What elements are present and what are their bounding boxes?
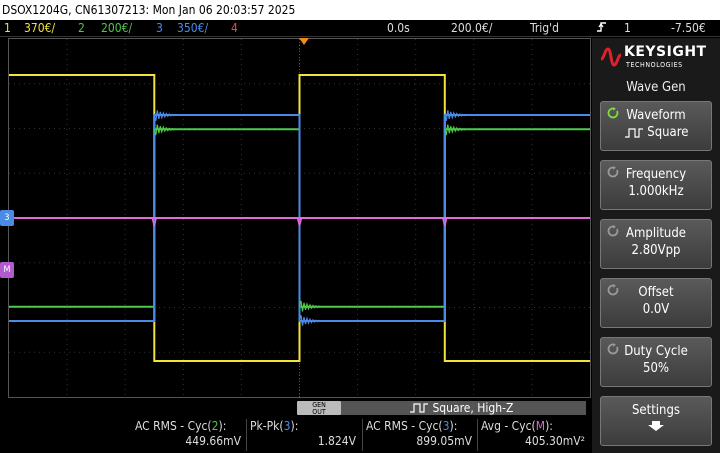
entry-knob-icon xyxy=(607,166,619,178)
gen-out-badge[interactable]: GEN OUT xyxy=(297,401,341,416)
softkey-duty-cycle[interactable]: Duty Cycle 50% xyxy=(600,337,712,387)
softkey-value: Square xyxy=(601,125,711,140)
time-scale[interactable]: 200.0€/ xyxy=(451,20,492,37)
channel-ref: 3 xyxy=(283,419,291,433)
measurement-ac-rms-ch3[interactable]: AC RMS - Cyc(3): 899.05mV xyxy=(364,419,476,451)
time-delay[interactable]: 0.0s xyxy=(387,20,410,37)
measurement-ac-rms-ch2[interactable]: AC RMS - Cyc(2): 449.66mV xyxy=(133,419,245,451)
trigger-channel: 1 xyxy=(624,21,631,35)
ch3-scale[interactable]: 350€/ xyxy=(177,20,208,37)
softkey-settings[interactable]: Settings xyxy=(600,396,712,446)
window-title: DSOX1204G, CN61307213: Mon Jan 06 20:03:… xyxy=(0,0,720,20)
brand-subtitle: TECHNOLOGIES xyxy=(626,61,683,69)
channel-ref: 2 xyxy=(211,419,219,433)
entry-knob-icon xyxy=(607,225,619,237)
brand-name: KEYSIGHT xyxy=(624,44,707,60)
waveform-canvas xyxy=(9,39,590,397)
trigger-position-icon[interactable] xyxy=(299,38,309,45)
ch2-scale[interactable]: 200€/ xyxy=(101,20,132,37)
wavegen-status: Square, High-Z xyxy=(341,401,586,415)
entry-knob-icon xyxy=(607,284,619,296)
waveform-display[interactable] xyxy=(8,38,591,398)
menu-title: Wave Gen xyxy=(626,80,686,95)
softkey-amplitude[interactable]: Amplitude 2.80Vpp xyxy=(600,219,712,269)
ch1-scale[interactable]: 370€/ xyxy=(24,20,55,37)
square-wave-icon xyxy=(410,403,428,413)
softkey-waveform[interactable]: Waveform Square xyxy=(600,101,712,151)
softkey-value: 50% xyxy=(643,361,669,376)
channel-ref: 3 xyxy=(442,419,450,433)
square-wave-icon xyxy=(624,127,643,138)
measurement-bar: GEN OUT Square, High-Z AC RMS - Cyc(2): … xyxy=(0,399,592,453)
channel-ref: M xyxy=(535,419,546,433)
softkey-offset[interactable]: Offset 0.0V xyxy=(600,278,712,328)
divider xyxy=(477,419,478,451)
entry-knob-icon xyxy=(607,343,619,355)
softkey-frequency[interactable]: Frequency 1.000kHz xyxy=(600,160,712,210)
divider xyxy=(246,419,247,451)
ch2-number[interactable]: 2 xyxy=(78,20,85,37)
measurement-value: 449.66mV xyxy=(185,434,241,448)
softkey-label: Settings xyxy=(632,403,680,418)
status-bar: 1 370€/ 2 200€/ 3 350€/ 4 0.0s 200.0€/ T… xyxy=(0,20,720,37)
measurement-value: 899.05mV xyxy=(416,434,472,448)
measurement-avg-math[interactable]: Avg - Cyc(M): 405.30mV² xyxy=(479,419,589,451)
ch1-number[interactable]: 1 xyxy=(4,20,11,37)
ch3-number[interactable]: 3 xyxy=(156,20,163,37)
ground-marker-ch3[interactable]: 3 xyxy=(0,210,14,226)
keysight-wave-icon xyxy=(600,47,622,67)
ground-marker-math[interactable]: M xyxy=(0,262,14,278)
divider xyxy=(362,419,363,451)
trigger-edge-icon xyxy=(596,20,608,39)
trigger-mode: Trig'd xyxy=(530,21,559,35)
entry-knob-icon xyxy=(607,107,619,119)
wavegen-info: Square, High-Z xyxy=(432,401,514,415)
ch4-number[interactable]: 4 xyxy=(231,20,238,37)
measurement-value: 1.824V xyxy=(317,434,356,448)
softkey-value: 2.80Vpp xyxy=(631,243,681,258)
softkey-panel: KEYSIGHT TECHNOLOGIES Wave Gen Waveform … xyxy=(592,38,720,453)
submenu-arrow-icon xyxy=(601,420,711,436)
measurement-pkpk-ch3[interactable]: Pk-Pk(3): 1.824V xyxy=(248,419,360,451)
keysight-logo: KEYSIGHT TECHNOLOGIES xyxy=(598,42,716,72)
measurement-value: 405.30mV² xyxy=(525,434,585,448)
softkey-value: 1.000kHz xyxy=(628,184,684,199)
trigger-level[interactable]: -7.50€ xyxy=(671,20,706,37)
softkey-value: 0.0V xyxy=(642,302,670,317)
